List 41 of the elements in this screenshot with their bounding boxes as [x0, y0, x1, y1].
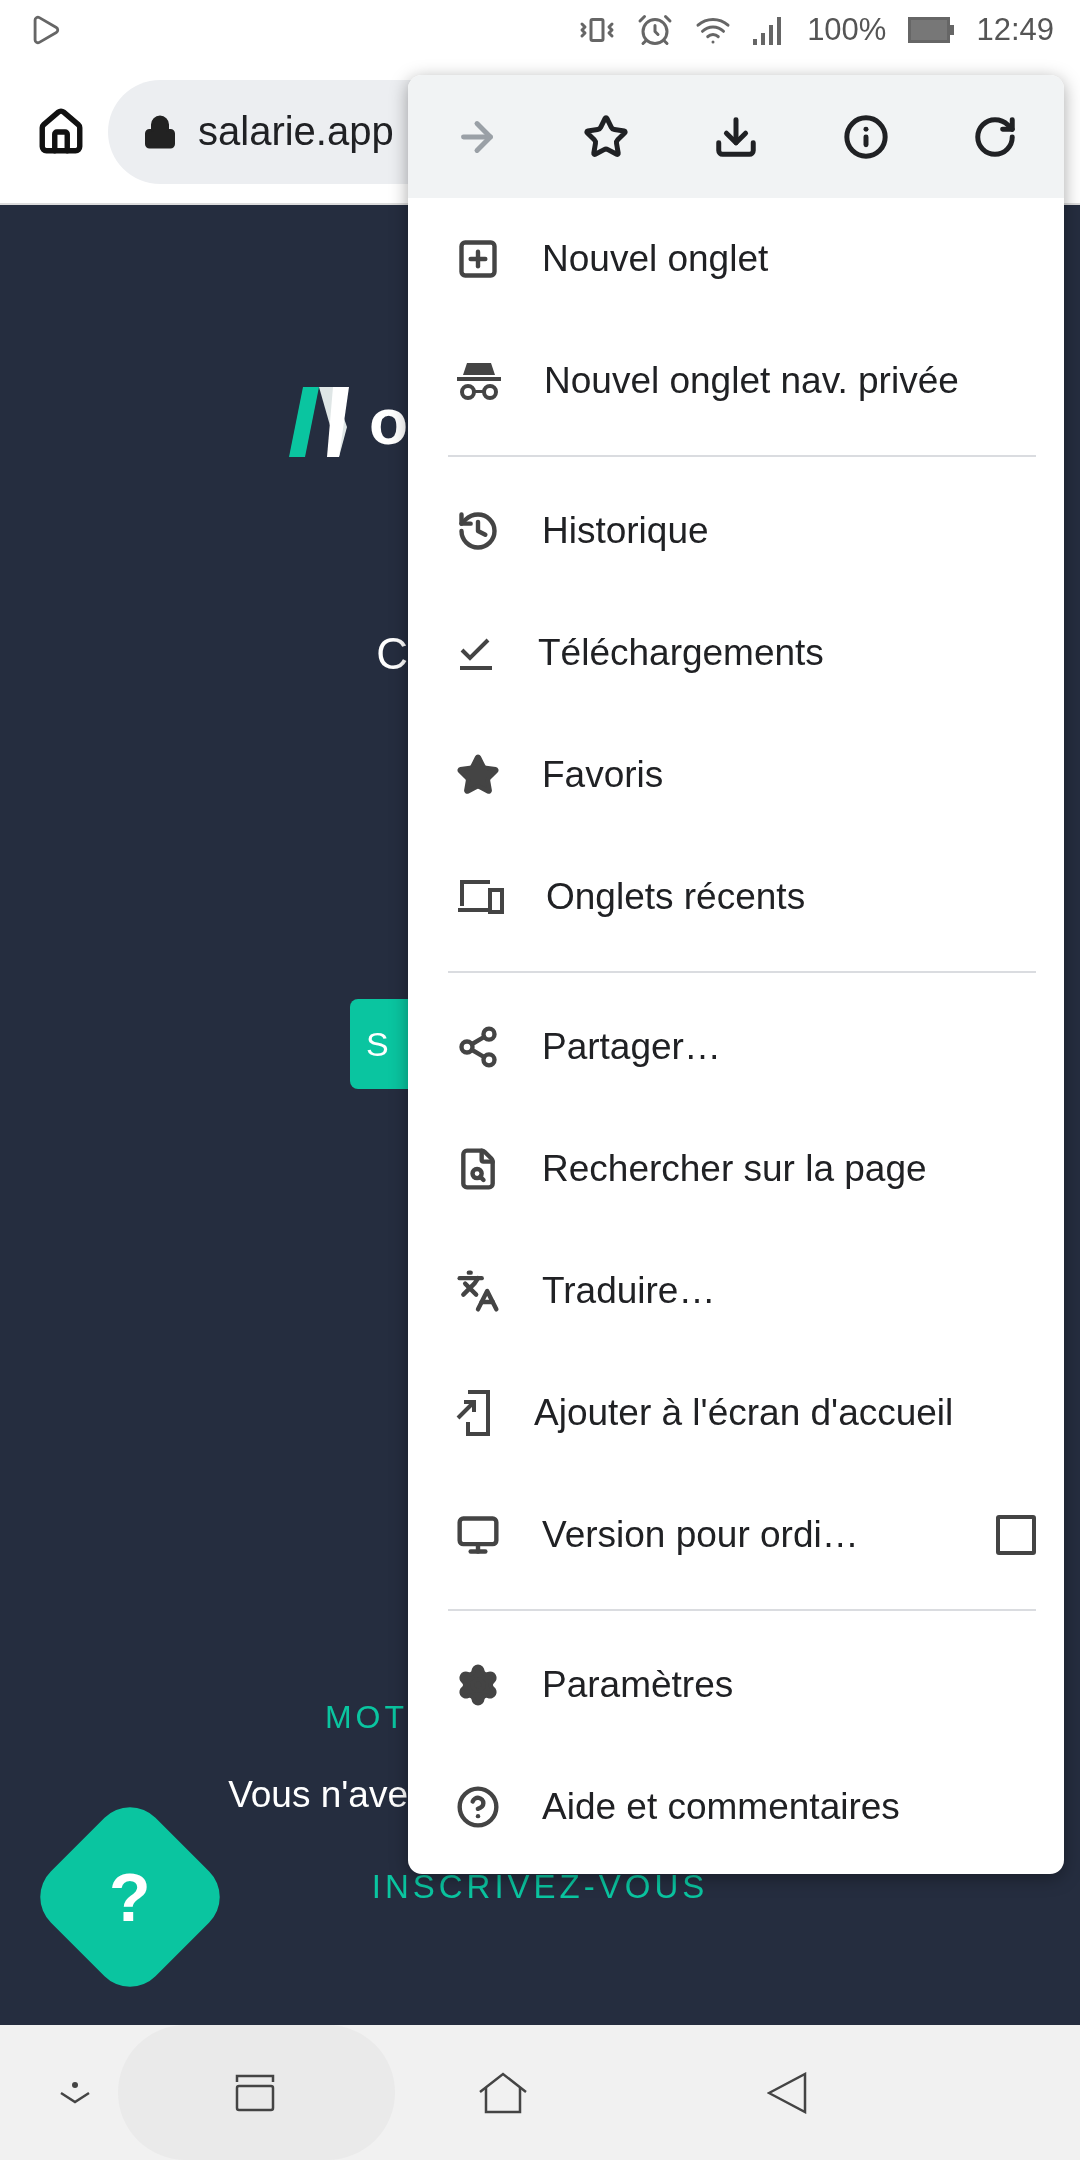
help-icon — [456, 1785, 500, 1829]
star-icon — [583, 113, 630, 160]
monitor-icon — [456, 1513, 500, 1557]
battery-icon — [908, 17, 955, 43]
back-button[interactable] — [767, 2071, 809, 2114]
logo-text: o — [368, 390, 408, 454]
home-button[interactable] — [477, 2071, 528, 2114]
lock-icon — [142, 113, 178, 150]
menu-item[interactable]: Nouvel onglet nav. privée — [408, 320, 1064, 442]
menu-item[interactable]: Paramètres — [408, 1624, 1064, 1746]
recents-button[interactable] — [235, 2073, 275, 2112]
history-icon — [456, 509, 500, 553]
add-to-home-icon — [456, 1390, 492, 1436]
info-button[interactable] — [842, 113, 889, 160]
menu-item[interactable]: Aide et commentaires — [408, 1746, 1064, 1868]
menu-item[interactable]: Ajouter à l'écran d'accueil — [408, 1352, 1064, 1474]
checkbox[interactable] — [996, 1515, 1036, 1555]
translate-icon — [456, 1269, 500, 1313]
battery-percent: 100% — [807, 12, 887, 48]
devices-icon — [456, 878, 504, 916]
menu-item[interactable]: Version pour ordi… — [408, 1474, 1064, 1596]
menu-item[interactable]: Favoris — [408, 714, 1064, 836]
expand-button[interactable] — [58, 2080, 92, 2105]
forgot-password-link[interactable]: MOT — [324, 1699, 408, 1736]
url-text: salarie.app — [198, 109, 394, 154]
plus-box-icon — [456, 237, 500, 281]
star-icon — [456, 753, 500, 797]
menu-item[interactable]: Rechercher sur la page — [408, 1108, 1064, 1230]
incognito-icon — [456, 361, 502, 401]
menu-item[interactable]: Partager… — [408, 986, 1064, 1108]
alarm-icon — [637, 12, 674, 48]
menu-item[interactable]: Historique — [408, 470, 1064, 592]
info-icon — [842, 113, 889, 160]
menu-item[interactable]: Onglets récents — [408, 836, 1064, 958]
menu-item[interactable]: Traduire… — [408, 1230, 1064, 1352]
heading: C — [376, 629, 408, 679]
clock: 12:49 — [976, 12, 1054, 48]
menu-item[interactable]: Téléchargements — [408, 592, 1064, 714]
share-icon — [456, 1025, 500, 1069]
menu-item[interactable]: Nouvel onglet — [408, 198, 1064, 320]
bookmark-button[interactable] — [583, 113, 630, 160]
